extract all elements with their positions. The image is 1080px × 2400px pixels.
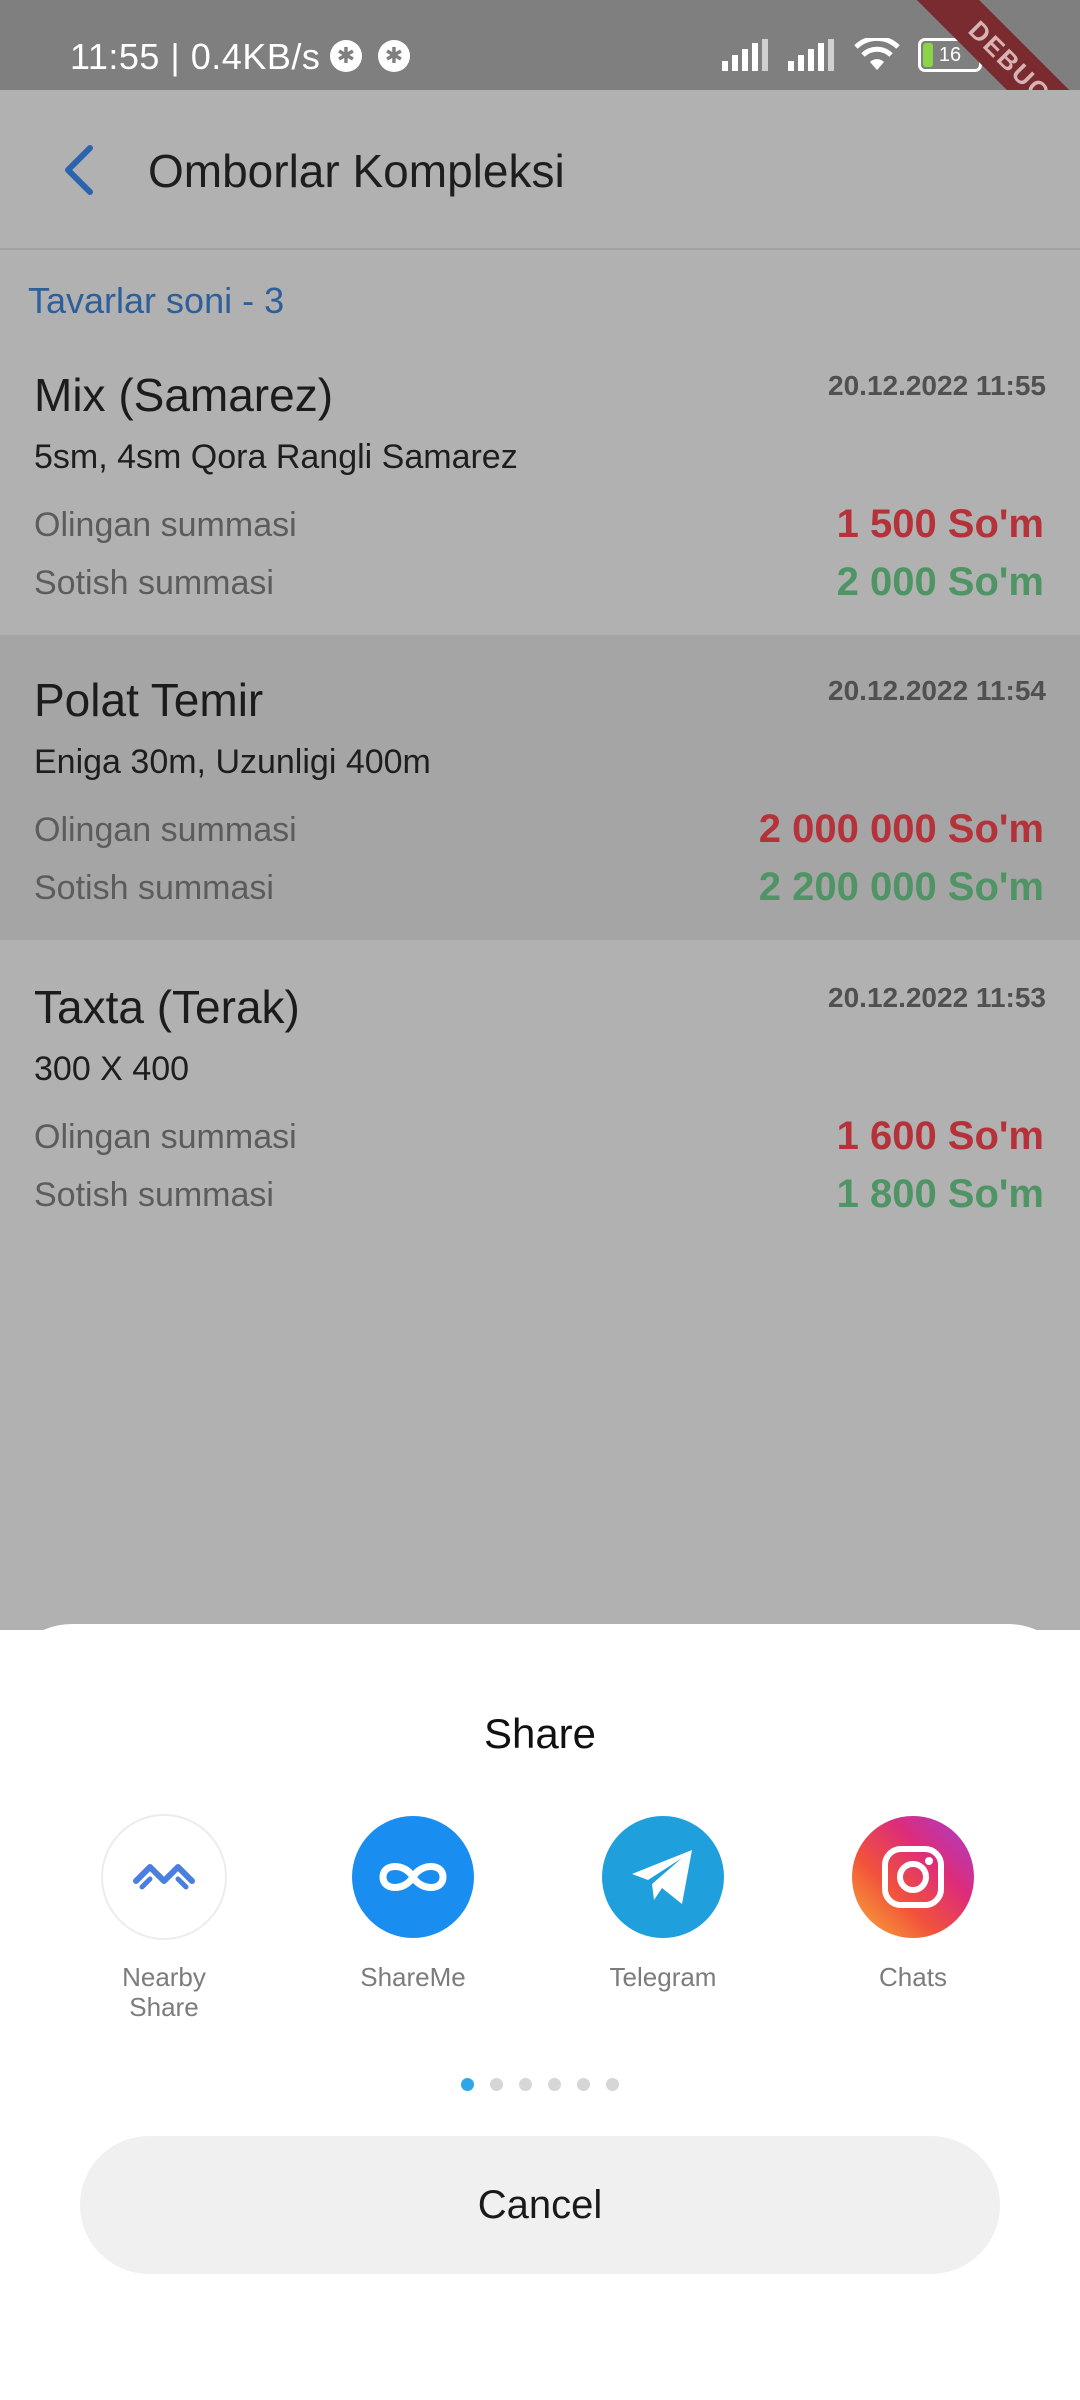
share-target-label: ShareMe	[360, 1962, 466, 1992]
share-sheet-title: Share	[483, 1710, 597, 1757]
page-dot[interactable]	[577, 2078, 590, 2091]
buy-price-value: 1 500 So'm	[836, 502, 1044, 546]
settings-notification-icon: ✱	[378, 40, 410, 72]
sell-price-value: 1 800 So'm	[836, 1172, 1044, 1216]
page-indicator	[0, 2078, 1080, 2091]
buy-price-label: Olingan summasi	[34, 506, 297, 544]
shareme-icon[interactable]	[352, 1816, 474, 1938]
share-target-label: Telegram	[609, 1962, 717, 1992]
buy-price-label: Olingan summasi	[34, 811, 297, 849]
page-dot[interactable]	[461, 2078, 474, 2091]
items-count-label: Tavarlar soni - 3	[28, 280, 285, 321]
page-dot[interactable]	[606, 2078, 619, 2091]
item-description: 5sm, 4sm Qora Rangli Samarez	[34, 438, 518, 476]
cancel-button[interactable]: Cancel	[80, 2136, 1000, 2274]
status-bar: 11:55 | 0.4KB/s ✱ ✱ 16 DEBUG	[0, 0, 1080, 177]
page-title: Omborlar Kompleksi	[148, 145, 565, 197]
buy-price-value: 1 600 So'm	[836, 1114, 1044, 1158]
buy-price-value: 2 000 000 So'm	[758, 807, 1044, 851]
share-target-chats[interactable]: Chats	[813, 1816, 1013, 1992]
telegram-icon[interactable]	[602, 1816, 724, 1938]
sell-price-label: Sotish summasi	[34, 564, 274, 602]
sell-price-value: 2 200 000 So'm	[758, 865, 1044, 909]
sell-price-value: 2 000 So'm	[836, 560, 1044, 604]
list-item[interactable]: Mix (Samarez) 20.12.2022 11:55 5sm, 4sm …	[0, 330, 1080, 635]
share-target-telegram[interactable]: Telegram	[563, 1816, 763, 1992]
buy-price-label: Olingan summasi	[34, 1118, 297, 1156]
item-title: Mix (Samarez)	[34, 369, 334, 421]
sell-price-label: Sotish summasi	[34, 1176, 274, 1214]
list-item[interactable]: Taxta (Terak) 20.12.2022 11:53 300 X 400…	[0, 942, 1080, 1247]
item-date: 20.12.2022 11:55	[828, 370, 1046, 401]
share-target-shareme[interactable]: ShareMe	[313, 1816, 513, 1992]
page-dot[interactable]	[519, 2078, 532, 2091]
share-sheet: Share Nearby Share ShareMe Telegram Chat…	[0, 1624, 1080, 2400]
sell-price-label: Sotish summasi	[34, 869, 274, 907]
signal-icon	[722, 39, 768, 71]
app-bar: Omborlar Kompleksi	[0, 90, 1080, 250]
page-dot[interactable]	[548, 2078, 561, 2091]
item-date: 20.12.2022 11:53	[828, 982, 1046, 1013]
item-description: 300 X 400	[34, 1050, 190, 1088]
share-target-nearby-share[interactable]: Nearby Share	[64, 1816, 264, 2022]
battery-level: 16	[938, 44, 962, 66]
status-time: 11:55 | 0.4KB/s	[70, 36, 321, 77]
nearby-share-icon[interactable]	[103, 1816, 225, 1938]
item-title: Polat Temir	[34, 674, 264, 726]
page-dot[interactable]	[490, 2078, 503, 2091]
item-description: Eniga 30m, Uzunligi 400m	[34, 743, 431, 781]
share-target-label: Chats	[879, 1962, 947, 1992]
signal-icon	[788, 39, 834, 71]
item-date: 20.12.2022 11:54	[828, 675, 1046, 706]
share-target-label: Nearby Share	[122, 1962, 206, 2022]
item-title: Taxta (Terak)	[34, 981, 300, 1033]
list-item[interactable]: Polat Temir 20.12.2022 11:54 Eniga 30m, …	[0, 635, 1080, 940]
wifi-icon	[854, 38, 900, 70]
settings-notification-icon: ✱	[330, 40, 362, 72]
product-list: Tavarlar soni - 3 Mix (Samarez) 20.12.20…	[0, 250, 1080, 1630]
chevron-left-icon[interactable]	[56, 142, 106, 198]
instagram-icon[interactable]	[852, 1816, 974, 1938]
